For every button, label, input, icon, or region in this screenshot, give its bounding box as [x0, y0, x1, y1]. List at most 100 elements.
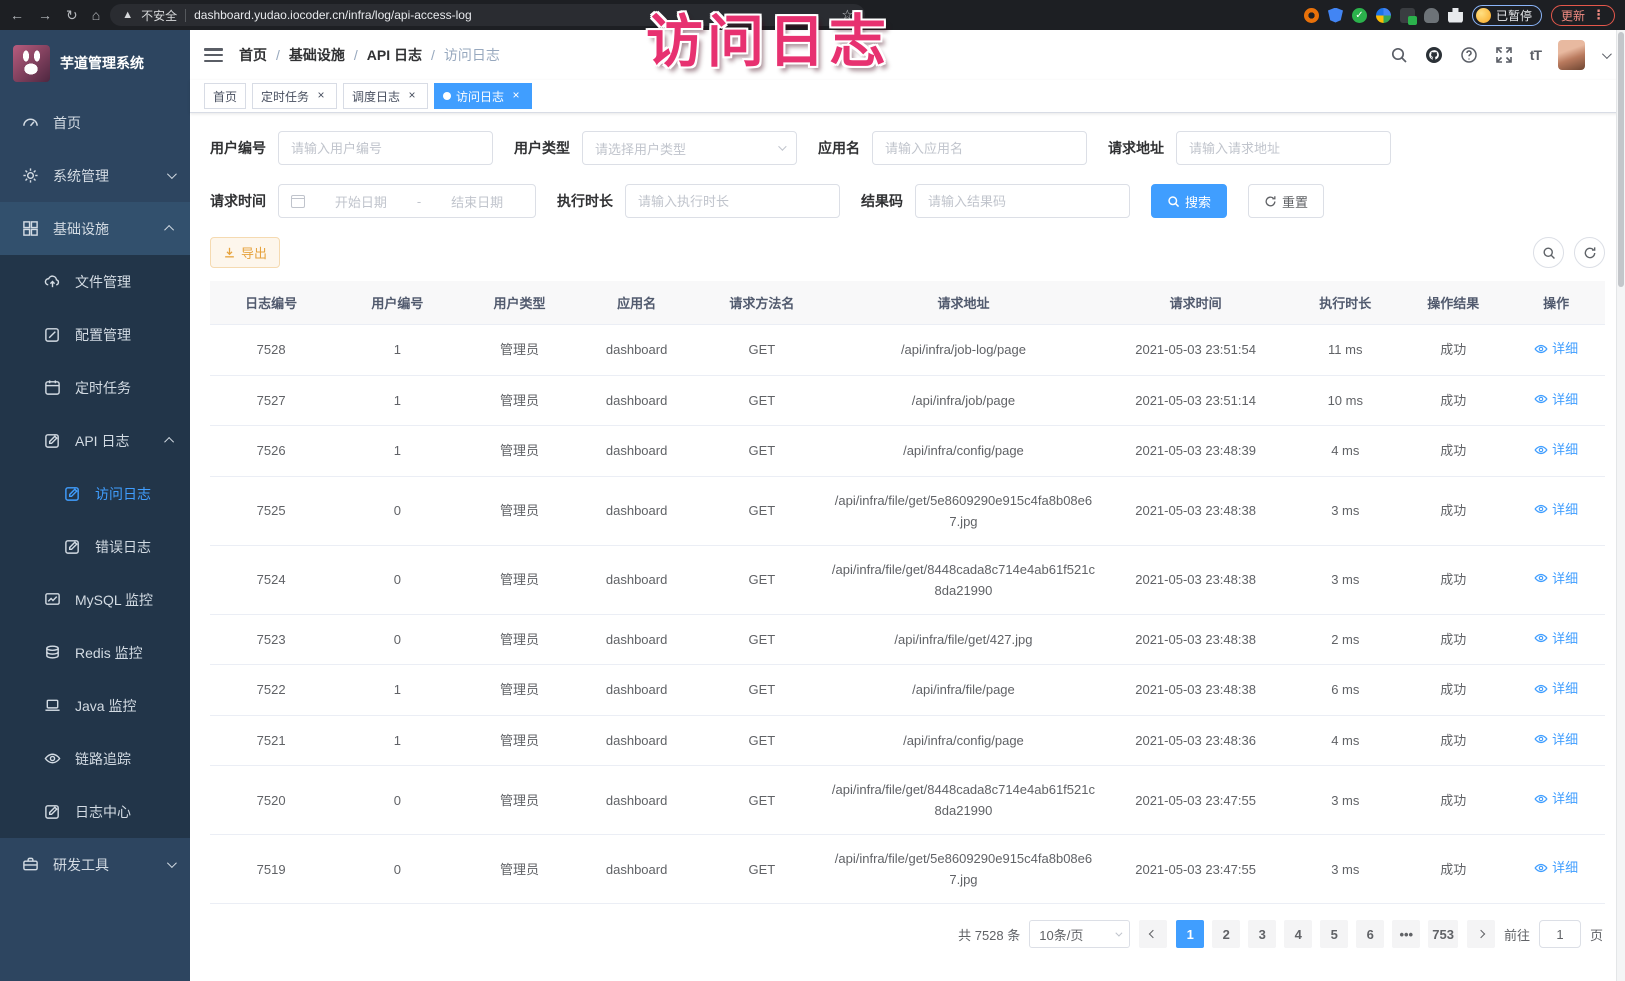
page-number-button[interactable]: 2 — [1212, 920, 1240, 948]
extensions-puzzle-icon[interactable] — [1448, 8, 1463, 23]
browser-forward-icon[interactable]: → — [38, 8, 52, 22]
toggle-search-button[interactable] — [1533, 237, 1564, 268]
result-code-label: 结果码 — [861, 191, 903, 211]
extension-check-icon[interactable]: ✓ — [1352, 8, 1367, 23]
paused-chip[interactable]: 已暂停 — [1472, 5, 1542, 26]
goto-page-input[interactable] — [1539, 920, 1581, 948]
tag-close-icon[interactable] — [509, 89, 523, 103]
search-icon[interactable] — [1390, 46, 1408, 64]
reset-button[interactable]: 重置 — [1248, 184, 1324, 218]
duration-input[interactable] — [625, 184, 840, 218]
sidebar-item-mysql[interactable]: MySQL 监控 — [0, 573, 190, 626]
page-number-button[interactable]: 6 — [1356, 920, 1384, 948]
help-icon[interactable] — [1460, 46, 1478, 64]
github-icon[interactable] — [1425, 46, 1443, 64]
edit-square-icon — [63, 485, 81, 503]
detail-link[interactable]: 详细 — [1534, 678, 1578, 699]
extension-shield-icon[interactable] — [1328, 8, 1343, 23]
tag-close-icon[interactable] — [314, 89, 328, 103]
extension-translate-icon[interactable] — [1400, 8, 1415, 23]
detail-link[interactable]: 详细 — [1534, 439, 1578, 460]
date-range-picker[interactable]: 开始日期 - 结束日期 — [278, 184, 536, 218]
sidebar-item-error-log[interactable]: 错误日志 — [0, 520, 190, 573]
tag-item[interactable]: 定时任务 — [252, 83, 337, 109]
sidebar-item-access-log[interactable]: 访问日志 — [0, 467, 190, 520]
sidebar-item-trace[interactable]: 链路追踪 — [0, 732, 190, 785]
cell-result: 成功 — [1399, 375, 1507, 426]
browser-home-icon[interactable]: ⌂ — [92, 8, 100, 22]
detail-link[interactable]: 详细 — [1534, 729, 1578, 750]
extension-figure-icon[interactable] — [1424, 8, 1439, 23]
user-id-input[interactable] — [278, 131, 493, 165]
cell-result: 成功 — [1399, 614, 1507, 665]
sidebar-item-job[interactable]: 定时任务 — [0, 361, 190, 414]
detail-link[interactable]: 详细 — [1534, 338, 1578, 359]
sidebar-item-file[interactable]: 文件管理 — [0, 255, 190, 308]
cell-user-type: 管理员 — [463, 476, 577, 545]
sidebar-item-log-center[interactable]: 日志中心 — [0, 785, 190, 838]
breadcrumb-infra[interactable]: 基础设施 — [289, 45, 345, 65]
prev-page-button[interactable] — [1139, 920, 1167, 948]
scrollbar-thumb[interactable] — [1618, 32, 1624, 287]
page-number-button[interactable]: 1 — [1176, 920, 1204, 948]
cell-duration: 2 ms — [1291, 614, 1399, 665]
detail-link[interactable]: 详细 — [1534, 857, 1578, 878]
breadcrumb: 首页 / 基础设施 / API 日志 / 访问日志 — [239, 45, 500, 65]
refresh-button[interactable] — [1574, 237, 1605, 268]
result-code-input[interactable] — [915, 184, 1130, 218]
page-number-button[interactable]: 753 — [1428, 920, 1458, 948]
tag-active-dot — [443, 92, 451, 100]
user-avatar[interactable] — [1558, 40, 1585, 70]
tag-item[interactable]: 调度日志 — [343, 83, 428, 109]
page-number-button[interactable]: 5 — [1320, 920, 1348, 948]
sidebar-item-system[interactable]: 系统管理 — [0, 149, 190, 202]
search-button[interactable]: 搜索 — [1151, 184, 1227, 218]
sidebar-item-infra[interactable]: 基础设施 — [0, 202, 190, 255]
user-type-select[interactable]: 请选择用户类型 — [582, 131, 797, 165]
page-number-button[interactable]: ••• — [1392, 920, 1420, 948]
breadcrumb-api-log[interactable]: API 日志 — [367, 45, 422, 65]
next-page-button[interactable] — [1467, 920, 1495, 948]
request-url-input[interactable] — [1176, 131, 1391, 165]
sidebar-item-config[interactable]: 配置管理 — [0, 308, 190, 361]
hamburger-icon[interactable] — [204, 48, 223, 62]
update-button[interactable]: 更新 ⋮ — [1551, 5, 1615, 26]
app-name-input[interactable] — [872, 131, 1087, 165]
page-scrollbar[interactable] — [1616, 30, 1625, 981]
detail-link[interactable]: 详细 — [1534, 788, 1578, 809]
detail-link[interactable]: 详细 — [1534, 568, 1578, 589]
sidebar-item-dev-tools[interactable]: 研发工具 — [0, 838, 190, 891]
page-number-button[interactable]: 3 — [1248, 920, 1276, 948]
address-bar[interactable]: ▲ 不安全 dashboard.yudao.iocoder.cn/infra/l… — [110, 4, 865, 26]
sidebar-item-home[interactable]: 首页 — [0, 96, 190, 149]
sidebar-item-redis[interactable]: Redis 监控 — [0, 626, 190, 679]
tag-item[interactable]: 首页 — [204, 83, 246, 109]
breadcrumb-home[interactable]: 首页 — [239, 45, 267, 65]
detail-link[interactable]: 详细 — [1534, 389, 1578, 410]
page-size-select[interactable]: 10条/页 — [1029, 920, 1130, 948]
detail-link[interactable]: 详细 — [1534, 499, 1578, 520]
tag-close-icon[interactable] — [405, 89, 419, 103]
browser-menu-icon[interactable]: ⋮ — [1592, 7, 1605, 23]
page-number-button[interactable]: 4 — [1284, 920, 1312, 948]
cell-user-id: 1 — [332, 325, 462, 376]
tag-item[interactable]: 访问日志 — [434, 83, 532, 109]
browser-reload-icon[interactable]: ↻ — [66, 8, 78, 22]
user-type-label: 用户类型 — [514, 138, 570, 158]
laptop-icon — [43, 697, 61, 715]
sidebar-item-api-log[interactable]: API 日志 — [0, 414, 190, 467]
detail-link[interactable]: 详细 — [1534, 628, 1578, 649]
sidebar-item-java[interactable]: Java 监控 — [0, 679, 190, 732]
extension-multi-icon[interactable] — [1376, 8, 1391, 23]
export-button[interactable]: 导出 — [210, 237, 280, 268]
caret-down-icon[interactable] — [1602, 49, 1612, 59]
cell-request-url: /api/infra/file/get/427.jpg — [827, 614, 1100, 665]
font-size-icon[interactable]: tT — [1530, 47, 1541, 63]
fullscreen-icon[interactable] — [1495, 46, 1513, 64]
browser-back-icon[interactable]: ← — [10, 8, 24, 22]
cell-log-id: 7521 — [210, 715, 332, 766]
duration-label: 执行时长 — [557, 191, 613, 211]
bookmark-star-icon[interactable]: ☆ — [842, 7, 854, 23]
extension-icon[interactable] — [1304, 8, 1319, 23]
app-logo[interactable]: 芋道管理系统 — [0, 30, 190, 96]
